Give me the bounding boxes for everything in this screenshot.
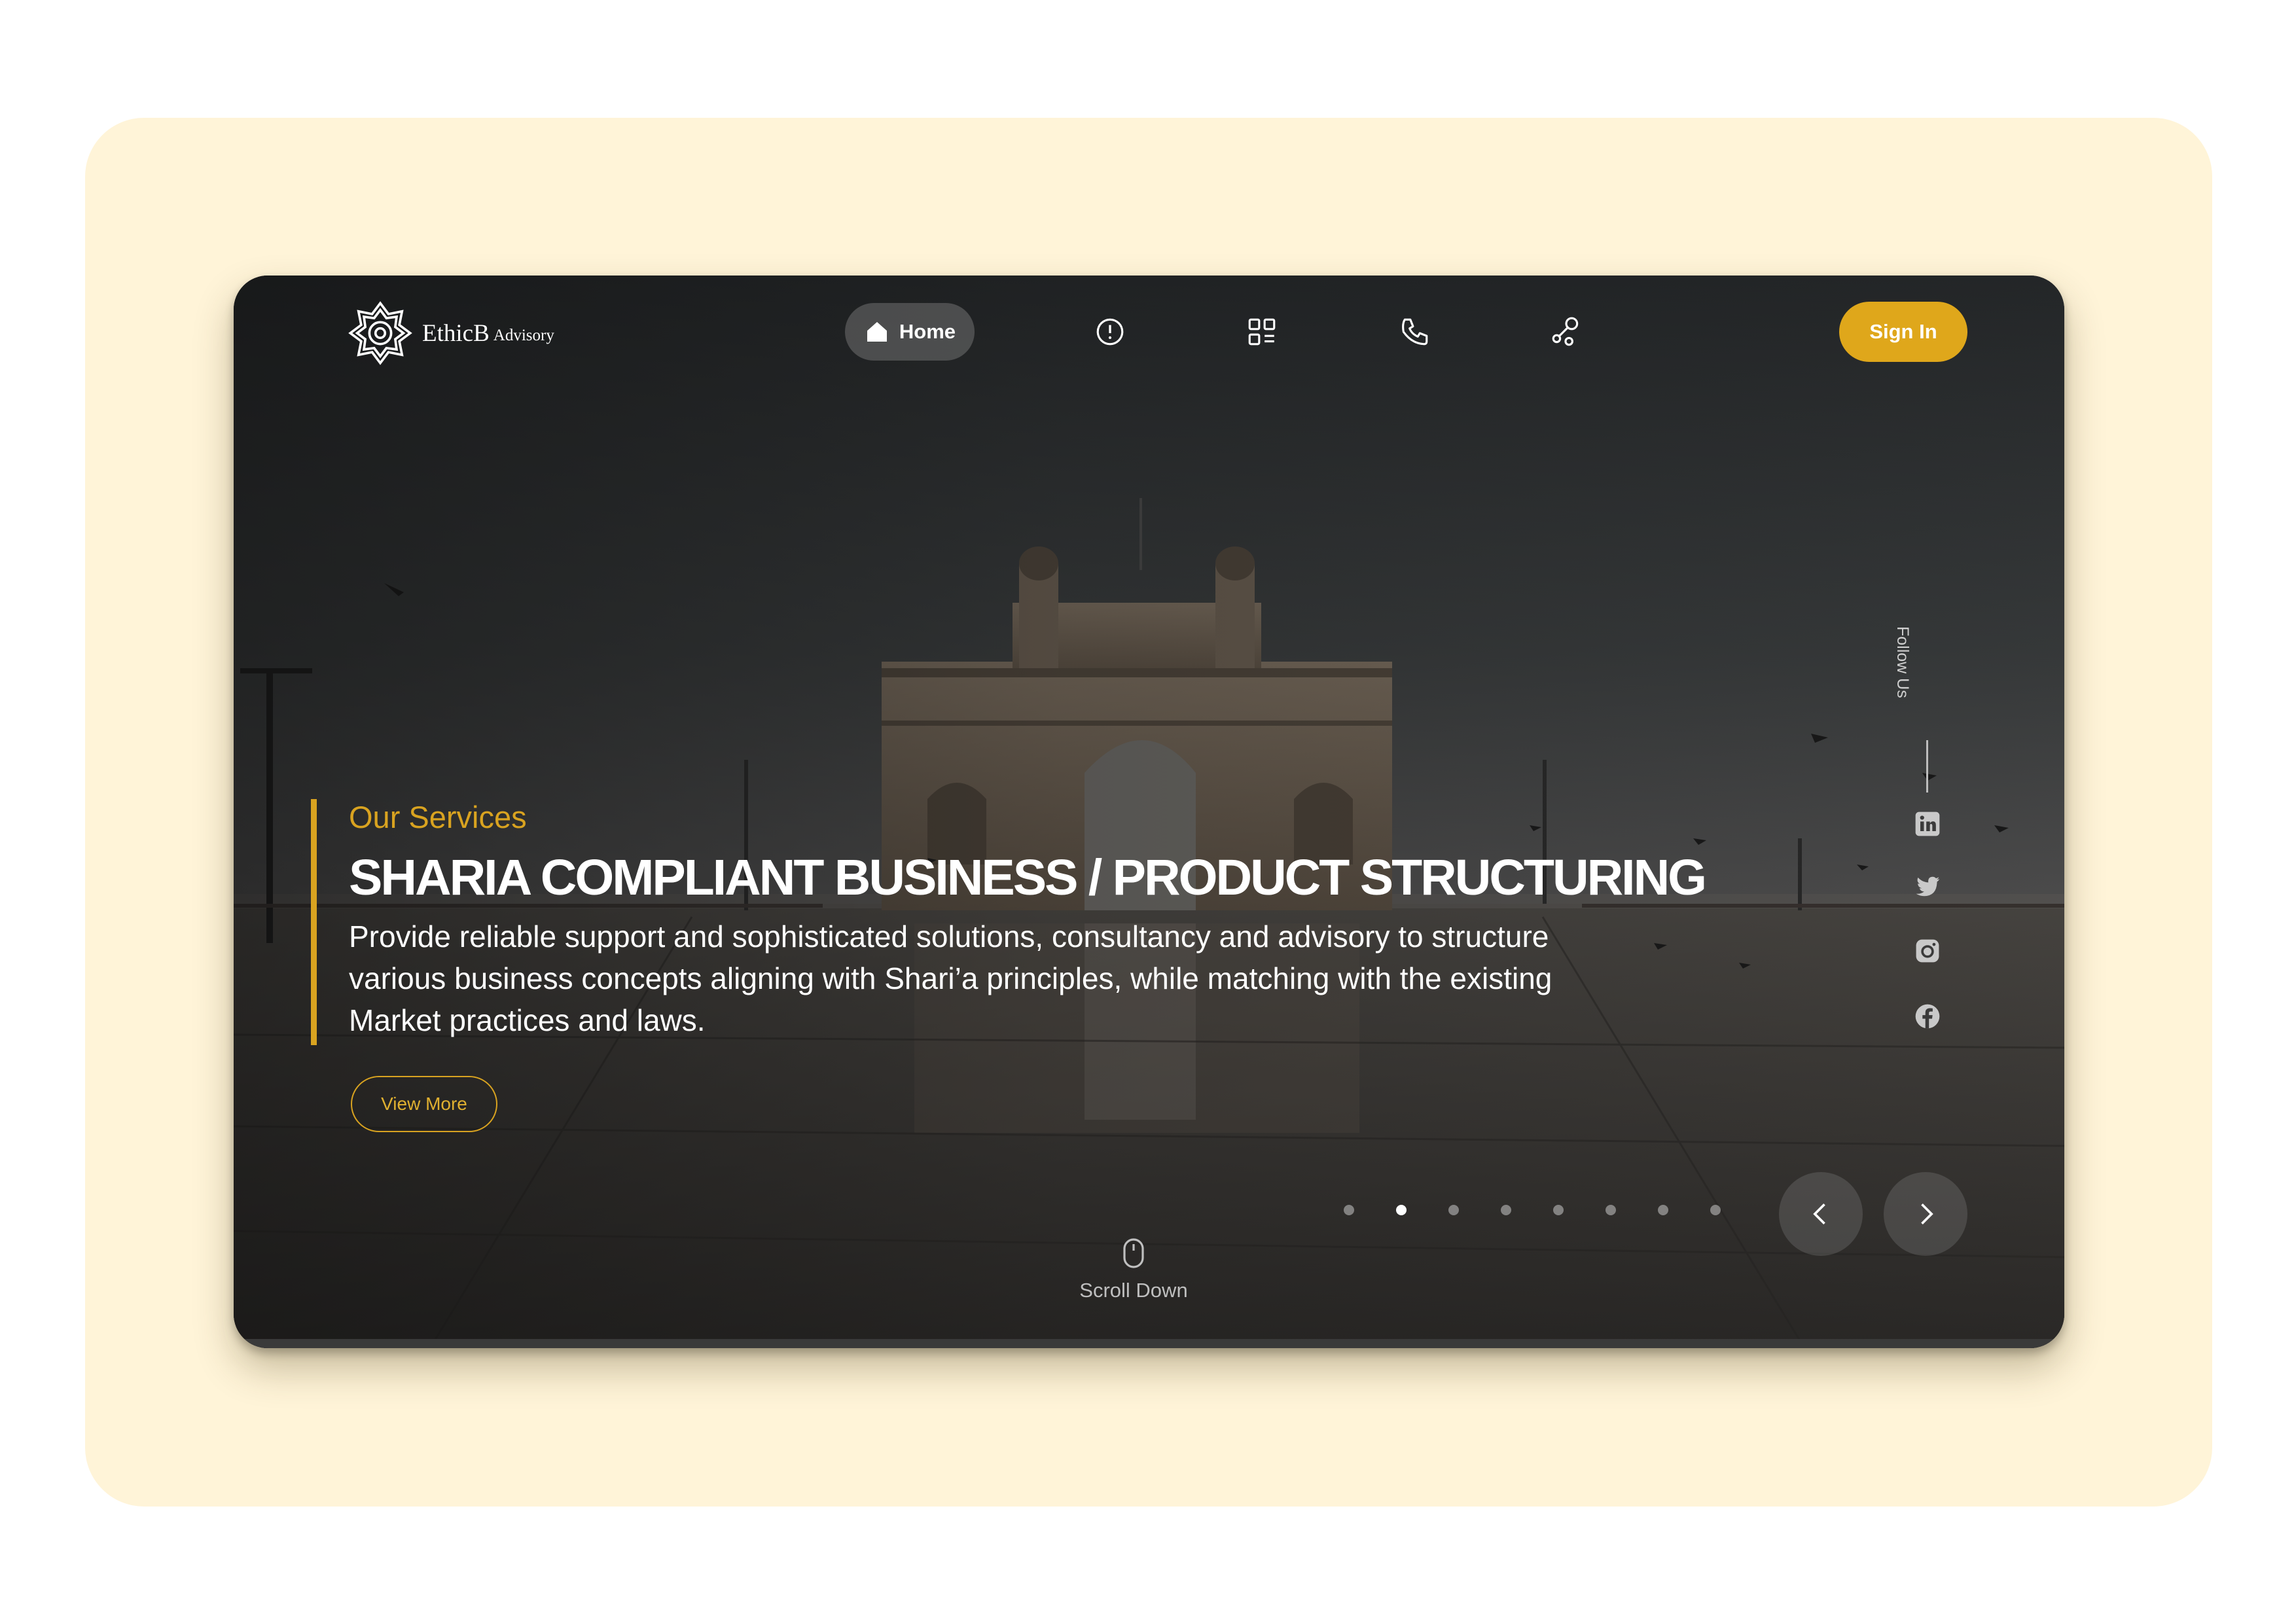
mouse-icon — [1123, 1238, 1144, 1268]
hero-accent-bar — [311, 799, 317, 1045]
network-icon — [1552, 317, 1579, 346]
slide-dot[interactable] — [1344, 1205, 1354, 1215]
previous-slide-button[interactable] — [1779, 1172, 1863, 1256]
nav-contact[interactable] — [1396, 313, 1433, 350]
slide-dot[interactable] — [1710, 1205, 1721, 1215]
logo-emblem-icon — [348, 301, 412, 365]
view-more-button[interactable]: View More — [351, 1076, 497, 1132]
slide-dot[interactable] — [1501, 1205, 1511, 1215]
nav-home[interactable]: Home — [845, 303, 975, 361]
facebook-icon — [1915, 1004, 1940, 1029]
brand-logo[interactable]: EthicB Advisory — [346, 299, 554, 367]
nav-about[interactable] — [1092, 313, 1128, 350]
nav-services[interactable] — [1244, 313, 1280, 350]
follow-us-divider — [1926, 740, 1928, 793]
scroll-down-indicator[interactable]: Scroll Down — [1071, 1238, 1196, 1302]
slide-dot[interactable] — [1553, 1205, 1564, 1215]
brand-suffix: Advisory — [493, 327, 554, 344]
instagram-link[interactable] — [1913, 936, 1942, 965]
services-grid-icon — [1248, 318, 1276, 346]
slide-dot[interactable] — [1448, 1205, 1459, 1215]
slide-dot[interactable] — [1658, 1205, 1668, 1215]
nav-network[interactable] — [1548, 313, 1585, 350]
scroll-down-label: Scroll Down — [1079, 1279, 1188, 1302]
slide-dot-active[interactable] — [1396, 1205, 1407, 1215]
slide-dot[interactable] — [1605, 1205, 1616, 1215]
website-frame: EthicB Advisory Home Sign In Our Service… — [234, 276, 2064, 1348]
facebook-link[interactable] — [1913, 1002, 1942, 1031]
linkedin-icon — [1915, 812, 1940, 836]
nav-home-label: Home — [899, 320, 956, 343]
chevron-right-icon — [1921, 1204, 1933, 1224]
brand-name: EthicB — [422, 319, 490, 347]
info-icon — [1096, 318, 1124, 346]
follow-us-label: Follow Us — [1893, 626, 1912, 698]
hero-headline: SHARIA COMPLIANT BUSINESS / PRODUCT STRU… — [349, 849, 1707, 906]
linkedin-link[interactable] — [1913, 810, 1942, 838]
chevron-left-icon — [1813, 1204, 1825, 1224]
hero-eyebrow: Our Services — [349, 800, 527, 834]
frame-bottom-edge — [234, 1339, 2064, 1348]
twitter-icon — [1916, 876, 1940, 897]
phone-icon — [1402, 318, 1428, 346]
instagram-icon — [1916, 939, 1939, 963]
hero-description: Provide reliable support and sophisticat… — [349, 919, 1552, 1037]
next-slide-button[interactable] — [1884, 1172, 1967, 1256]
twitter-link[interactable] — [1913, 872, 1942, 901]
home-icon — [867, 322, 887, 342]
sign-in-button[interactable]: Sign In — [1839, 302, 1967, 362]
